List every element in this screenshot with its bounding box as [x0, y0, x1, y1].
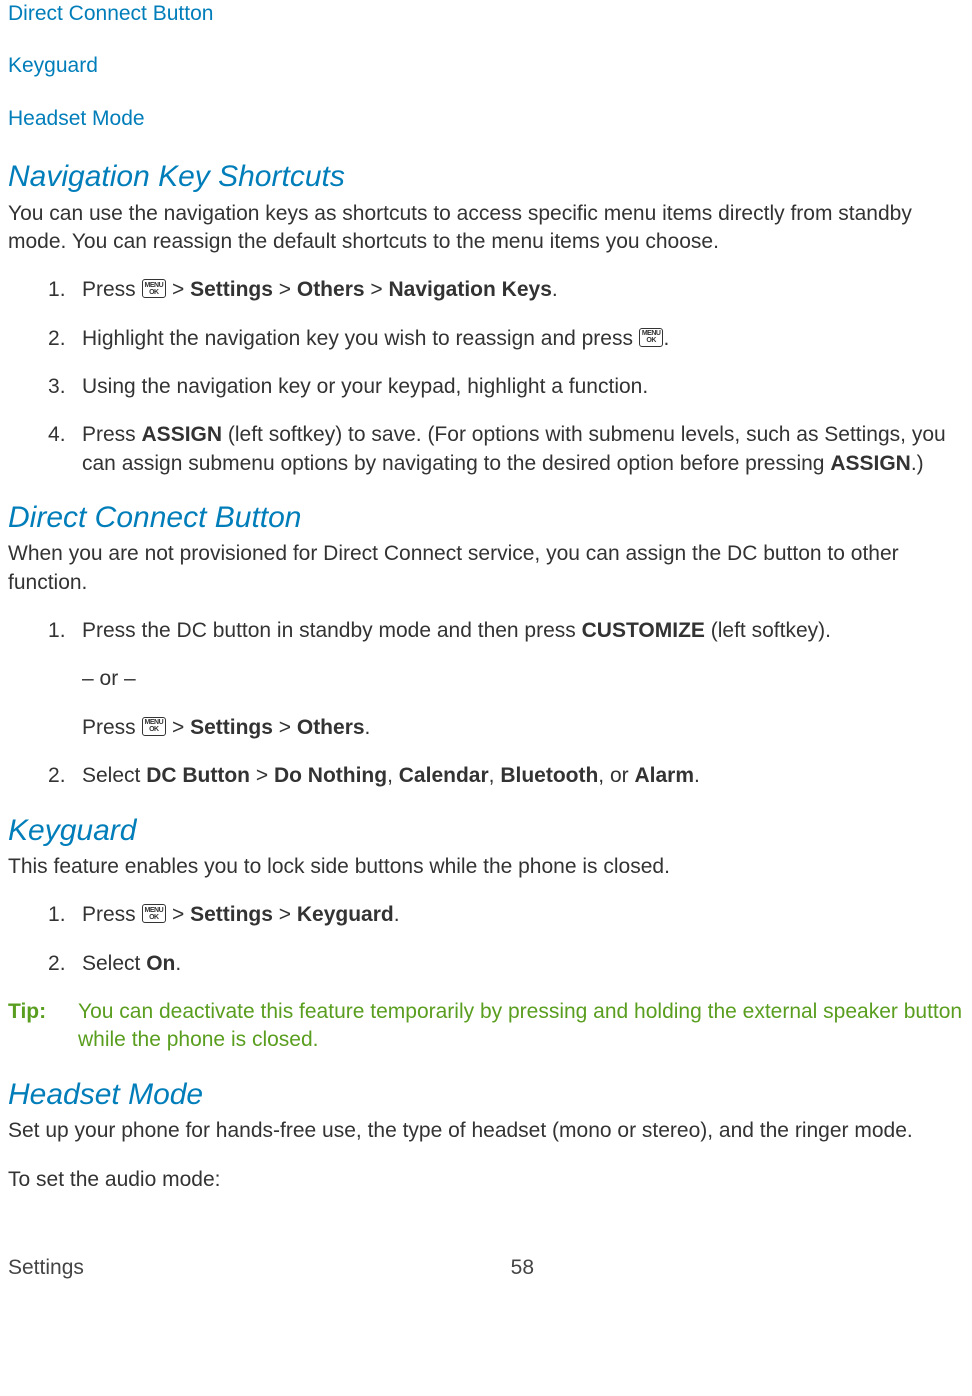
list-item: Press the DC button in standby mode and … — [48, 617, 964, 742]
step-text: > — [365, 278, 389, 301]
list-item: Press MENUOK > Settings > Keyguard. — [48, 901, 964, 929]
step-text: (left softkey). — [705, 619, 831, 642]
link-direct-connect-button[interactable]: Direct Connect Button — [8, 0, 964, 28]
step-text: > — [273, 716, 297, 739]
heading-headset-mode: Headset Mode — [8, 1075, 964, 1116]
step-text: Press — [82, 278, 142, 301]
step-text: > — [166, 716, 190, 739]
list-item: Highlight the navigation key you wish to… — [48, 325, 964, 353]
step-text: . — [663, 327, 669, 350]
or-separator: – or – — [82, 665, 964, 693]
list-item: Select On. — [48, 950, 964, 978]
step-bold: CUSTOMIZE — [582, 619, 705, 642]
heading-navigation-key-shortcuts: Navigation Key Shortcuts — [8, 157, 964, 198]
footer-page-number: 58 — [511, 1254, 534, 1282]
list-item: Press ASSIGN (left softkey) to save. (Fo… — [48, 421, 964, 478]
steps-navigation-key-shortcuts: Press MENUOK > Settings > Others > Navig… — [48, 276, 964, 478]
menu-ok-icon: MENUOK — [142, 279, 167, 298]
intro-navigation-key-shortcuts: You can use the navigation keys as short… — [8, 200, 964, 257]
link-headset-mode[interactable]: Headset Mode — [8, 105, 964, 133]
menu-ok-icon: MENUOK — [142, 717, 167, 736]
step-text: Press — [82, 423, 142, 446]
step-text: . — [552, 278, 558, 301]
step-text: Highlight the navigation key you wish to… — [82, 327, 639, 350]
menu-ok-icon: MENUOK — [142, 904, 167, 923]
step-text: . — [694, 764, 700, 787]
intro-direct-connect-button: When you are not provisioned for Direct … — [8, 540, 964, 597]
link-keyguard[interactable]: Keyguard — [8, 52, 964, 80]
step-bold: Navigation Keys — [388, 278, 551, 301]
step-bold: Keyguard — [297, 903, 394, 926]
step-text: Select — [82, 764, 146, 787]
step-bold: Alarm — [634, 764, 694, 787]
heading-keyguard: Keyguard — [8, 811, 964, 852]
alt-step: Press MENUOK > Settings > Others. — [82, 714, 964, 742]
step-text: Press — [82, 903, 142, 926]
menu-ok-icon: MENUOK — [639, 328, 664, 347]
step-bold: ASSIGN — [830, 452, 911, 475]
intro-keyguard: This feature enables you to lock side bu… — [8, 853, 964, 881]
heading-direct-connect-button: Direct Connect Button — [8, 498, 964, 539]
step-text: Using the navigation key or your keypad,… — [82, 375, 648, 398]
footer-section: Settings — [8, 1254, 84, 1282]
step-text: > — [166, 278, 190, 301]
step-text: . — [175, 952, 181, 975]
intro-headset-mode: Set up your phone for hands-free use, th… — [8, 1117, 964, 1145]
step-bold: Bluetooth — [500, 764, 598, 787]
steps-keyguard: Press MENUOK > Settings > Keyguard. Sele… — [48, 901, 964, 978]
step-text: > — [273, 903, 297, 926]
steps-direct-connect-button: Press the DC button in standby mode and … — [48, 617, 964, 790]
step-text: > — [273, 278, 297, 301]
step-text: Press — [82, 716, 142, 739]
step-text: , — [387, 764, 399, 787]
step-text: , or — [598, 764, 634, 787]
tip-text: You can deactivate this feature temporar… — [78, 998, 964, 1055]
step-bold: ASSIGN — [142, 423, 223, 446]
step-text: Select — [82, 952, 146, 975]
step-text: . — [394, 903, 400, 926]
step-text: > — [166, 903, 190, 926]
subhead-headset-mode: To set the audio mode: — [8, 1166, 964, 1194]
tip-row: Tip: You can deactivate this feature tem… — [8, 998, 964, 1055]
tip-label: Tip: — [8, 998, 78, 1055]
list-item: Press MENUOK > Settings > Others > Navig… — [48, 276, 964, 304]
list-item: Select DC Button > Do Nothing, Calendar,… — [48, 762, 964, 790]
step-bold: DC Button — [146, 764, 250, 787]
step-bold: Settings — [190, 278, 273, 301]
step-bold: Others — [297, 278, 365, 301]
page-footer: Settings 58 — [8, 1254, 964, 1282]
step-bold: On — [146, 952, 175, 975]
step-text: , — [489, 764, 501, 787]
step-text: . — [365, 716, 371, 739]
step-bold: Calendar — [399, 764, 489, 787]
step-bold: Settings — [190, 903, 273, 926]
step-bold: Others — [297, 716, 365, 739]
list-item: Using the navigation key or your keypad,… — [48, 373, 964, 401]
step-text: .) — [911, 452, 924, 475]
step-text: > — [250, 764, 274, 787]
step-bold: Settings — [190, 716, 273, 739]
step-text: Press the DC button in standby mode and … — [82, 619, 582, 642]
step-bold: Do Nothing — [274, 764, 387, 787]
